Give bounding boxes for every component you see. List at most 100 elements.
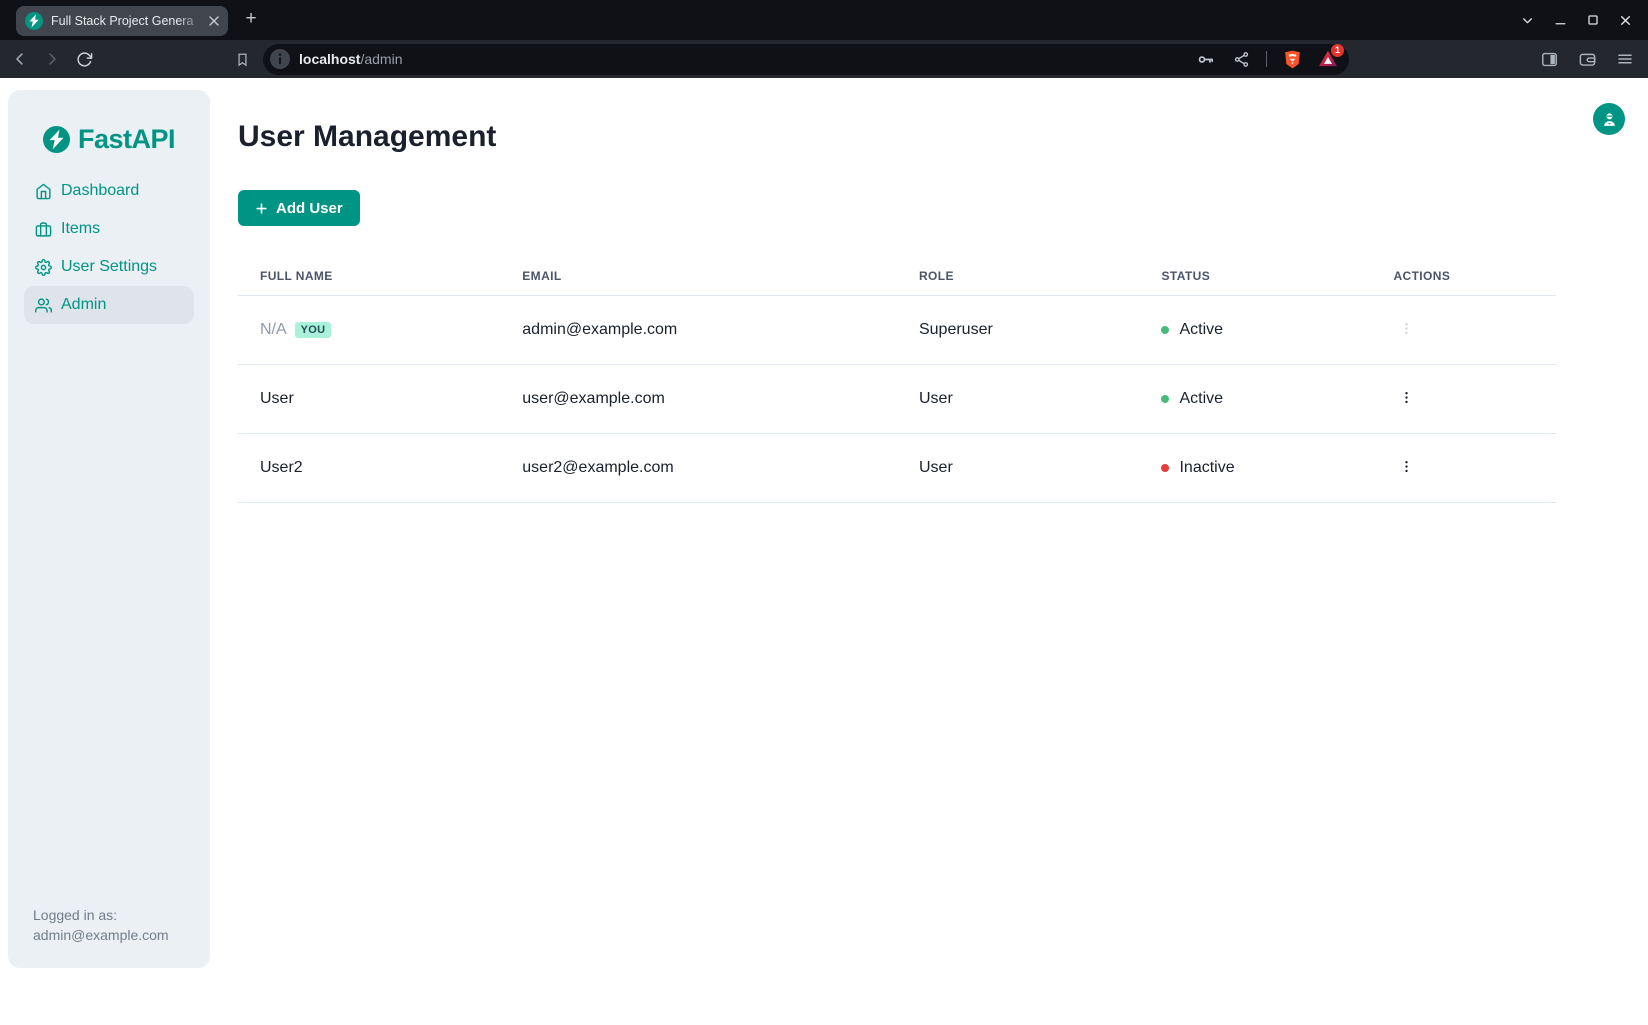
status-label: Inactive: [1179, 459, 1234, 477]
fastapi-favicon-icon: [25, 12, 43, 30]
user-full-name: N/A: [260, 321, 287, 339]
status-dot: [1161, 326, 1169, 334]
sidebar-item-items[interactable]: Items: [24, 210, 194, 248]
url-text: localhost/admin: [299, 51, 403, 67]
tab-search-chevron-icon[interactable]: [1521, 14, 1534, 27]
users-icon: [35, 297, 52, 314]
window-minimize-icon[interactable]: [1554, 14, 1567, 27]
table-row: User2 user2@example.com User Inactive: [238, 434, 1556, 503]
browser-tab-bar: Full Stack Project Genera +: [0, 0, 1648, 40]
status-label: Active: [1179, 321, 1223, 339]
col-email: EMAIL: [500, 269, 897, 283]
row-actions-menu-button: [1393, 319, 1420, 341]
brave-rewards-icon[interactable]: 1: [1317, 48, 1339, 70]
cell-status: Inactive: [1139, 459, 1371, 477]
cell-email: admin@example.com: [500, 321, 897, 339]
tab-title: Full Stack Project Genera: [51, 14, 205, 28]
kebab-menu-icon: [1399, 459, 1414, 474]
status-dot: [1161, 464, 1169, 472]
gear-icon: [35, 259, 52, 276]
plus-icon: [255, 202, 268, 215]
add-user-button[interactable]: Add User: [238, 190, 360, 226]
wallet-icon[interactable]: [1576, 48, 1598, 70]
fastapi-logo: FastAPI: [8, 124, 210, 155]
table-header-row: FULL NAME EMAIL ROLE STATUS ACTIONS: [238, 256, 1556, 296]
table-row: N/A YOU admin@example.com Superuser Acti…: [238, 296, 1556, 365]
logged-in-email: admin@example.com: [33, 925, 169, 945]
tab-close-icon[interactable]: [205, 13, 222, 30]
sidebar-item-label: Admin: [61, 296, 106, 314]
row-actions-menu-button[interactable]: [1393, 457, 1420, 479]
fastapi-bolt-icon: [43, 126, 70, 153]
sidebar-item-label: User Settings: [61, 258, 157, 276]
user-full-name: User2: [260, 459, 303, 477]
user-avatar-icon: [1600, 110, 1619, 129]
cell-actions: [1371, 319, 1556, 341]
url-path: /admin: [360, 51, 402, 67]
cell-full-name: User: [238, 390, 500, 408]
sidebar-item-label: Dashboard: [61, 182, 139, 200]
col-status: STATUS: [1139, 269, 1371, 283]
cell-full-name: User2: [238, 459, 500, 477]
user-menu-button[interactable]: [1593, 103, 1625, 135]
status-label: Active: [1179, 390, 1223, 408]
cell-actions: [1371, 457, 1556, 479]
col-actions: ACTIONS: [1371, 269, 1556, 283]
browser-tab[interactable]: Full Stack Project Genera: [16, 6, 228, 36]
kebab-menu-icon: [1399, 390, 1414, 405]
cell-email: user@example.com: [500, 390, 897, 408]
cell-role: Superuser: [897, 321, 1140, 339]
user-role: Superuser: [919, 321, 993, 339]
cell-email: user2@example.com: [500, 459, 897, 477]
user-role: User: [919, 390, 953, 408]
users-table: FULL NAME EMAIL ROLE STATUS ACTIONS N/A …: [238, 256, 1556, 503]
sidebar-item-label: Items: [61, 220, 100, 238]
you-badge: YOU: [295, 322, 332, 338]
password-key-icon[interactable]: [1194, 48, 1216, 70]
site-info-icon[interactable]: [270, 49, 290, 69]
table-row: User user@example.com User Active: [238, 365, 1556, 434]
browser-toolbar: localhost/admin 1: [0, 40, 1648, 78]
reload-button[interactable]: [73, 48, 95, 70]
address-bar[interactable]: localhost/admin 1: [263, 44, 1349, 75]
cell-role: User: [897, 390, 1140, 408]
user-role: User: [919, 459, 953, 477]
page-title: User Management: [238, 120, 496, 154]
side-panel-icon[interactable]: [1538, 48, 1560, 70]
col-full-name: FULL NAME: [238, 269, 500, 283]
sidebar-item-user-settings[interactable]: User Settings: [24, 248, 194, 286]
logo-text: FastAPI: [78, 124, 175, 155]
user-email: user2@example.com: [522, 459, 673, 477]
sidebar: FastAPI Dashboard Items User Settings Ad…: [8, 90, 210, 968]
toolbar-divider: [1266, 51, 1267, 67]
cell-role: User: [897, 459, 1140, 477]
row-actions-menu-button[interactable]: [1393, 388, 1420, 410]
rewards-badge: 1: [1331, 44, 1344, 57]
briefcase-icon: [35, 221, 52, 238]
back-button[interactable]: [9, 48, 31, 70]
page-content: FastAPI Dashboard Items User Settings Ad…: [0, 78, 1648, 1025]
sidebar-item-dashboard[interactable]: Dashboard: [24, 172, 194, 210]
window-close-icon[interactable]: [1619, 14, 1632, 27]
share-icon[interactable]: [1230, 48, 1252, 70]
kebab-menu-icon: [1399, 321, 1414, 336]
forward-button[interactable]: [41, 48, 63, 70]
add-user-label: Add User: [276, 200, 343, 217]
cell-full-name: N/A YOU: [238, 321, 500, 339]
user-email: user@example.com: [522, 390, 665, 408]
logged-in-label: Logged in as:: [33, 905, 169, 925]
user-email: admin@example.com: [522, 321, 677, 339]
sidebar-nav: Dashboard Items User Settings Admin: [8, 172, 210, 324]
cell-status: Active: [1139, 390, 1371, 408]
url-host: localhost: [299, 51, 360, 67]
new-tab-button[interactable]: +: [242, 11, 260, 29]
brave-shield-icon[interactable]: [1281, 48, 1303, 70]
bookmark-icon[interactable]: [231, 48, 253, 70]
hamburger-menu-icon[interactable]: [1614, 48, 1636, 70]
sidebar-item-admin[interactable]: Admin: [24, 286, 194, 324]
window-maximize-icon[interactable]: [1587, 14, 1599, 26]
logged-in-footer: Logged in as: admin@example.com: [33, 905, 169, 945]
col-role: ROLE: [897, 269, 1140, 283]
status-dot: [1161, 395, 1169, 403]
user-full-name: User: [260, 390, 294, 408]
